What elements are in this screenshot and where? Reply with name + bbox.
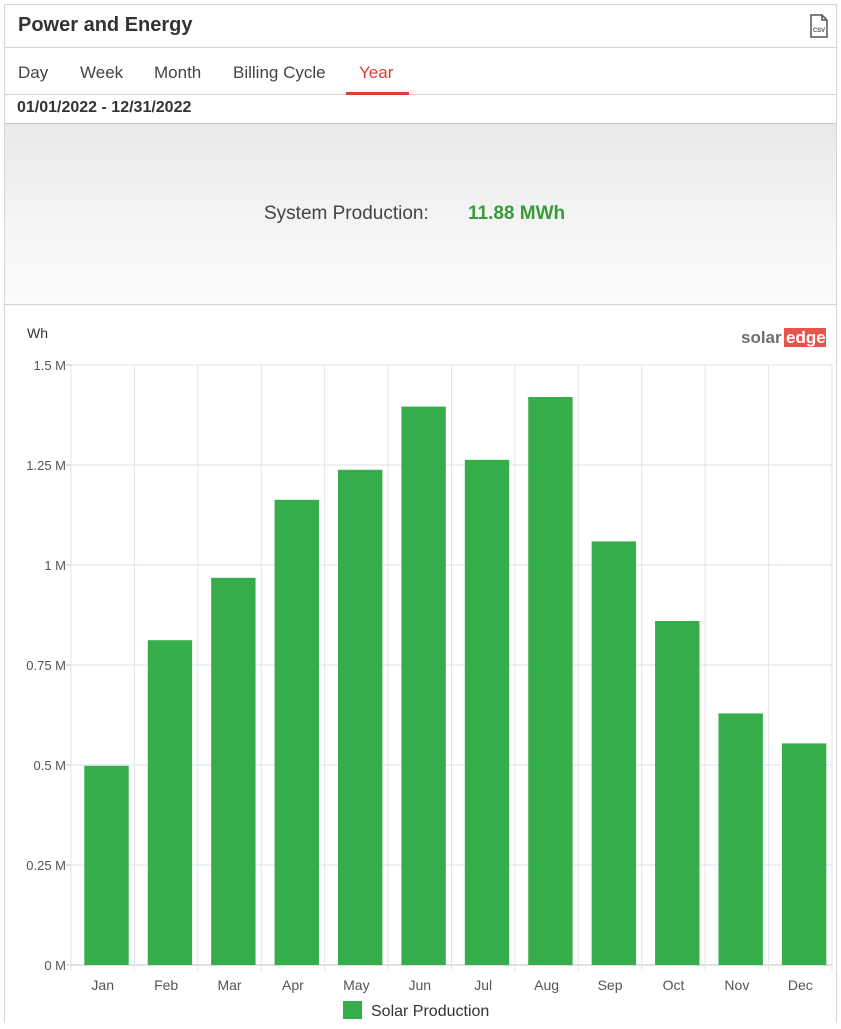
y-tick-label: 1 M [44,558,66,573]
tab-month[interactable]: Month [154,63,201,83]
x-tick-label: Jun [409,977,432,993]
bar-feb[interactable] [147,640,193,965]
logo-text-solar: solar [741,328,782,347]
bar-oct[interactable] [655,621,700,965]
system-production-label: System Production: [264,203,429,224]
date-range: 01/01/2022 - 12/31/2022 [17,99,192,116]
chart-area: Wh solar edge 0 M 0.25 M 0.5 M 0.75 M 1 M 1.2… [5,305,836,1024]
system-production-value: 11.88 MWh [468,203,566,224]
logo-text-edge: edge [786,328,826,347]
tab-billing-cycle[interactable]: Billing Cycle [233,63,326,83]
y-tick-label: 0.25 M [26,858,66,873]
bar-apr[interactable] [274,499,319,965]
legend-label[interactable]: Solar Production [371,1003,489,1020]
period-tabs: Day Week Month Billing Cycle Year [5,48,836,95]
solaredge-logo: solar edge [741,328,826,347]
y-tick-label: 0.75 M [26,658,66,673]
x-tick-label: Dec [788,977,813,993]
csv-export-icon[interactable]: CSV [809,14,829,38]
bar-nov[interactable] [718,713,763,965]
panel-title: Power and Energy [18,14,193,36]
legend-swatch[interactable] [343,1001,362,1019]
production-chart: Wh solar edge 0 M 0.25 M 0.5 M 0.75 M 1 M 1.2… [26,325,833,1020]
tab-year[interactable]: Year [359,63,393,83]
tab-week[interactable]: Week [80,63,123,83]
x-tick-label: May [343,977,369,993]
bar-jan[interactable] [84,765,129,965]
bar-dec[interactable] [781,743,827,965]
bar-aug[interactable] [528,397,573,965]
y-tick-label: 1.5 M [33,358,66,373]
y-axis-unit-label: Wh [27,325,48,341]
production-summary: System Production: 11.88 MWh [5,124,836,305]
x-tick-label: Nov [724,977,749,993]
x-tick-label: Aug [534,977,559,993]
y-tick-label: 0 M [44,958,66,973]
panel-header: Power and Energy CSV [5,5,836,48]
x-tick-label: Feb [154,977,178,993]
x-tick-label: Oct [663,977,685,993]
bar-jul[interactable] [464,459,510,965]
date-range-bar: 01/01/2022 - 12/31/2022 [5,95,836,124]
x-tick-label: Jul [474,977,492,993]
bar-may[interactable] [337,469,383,965]
tab-day[interactable]: Day [18,63,48,83]
y-tick-label: 0.5 M [33,758,66,773]
bar-mar[interactable] [211,577,256,965]
svg-text:CSV: CSV [813,28,825,34]
y-tick-label: 1.25 M [26,458,66,473]
bar-jun[interactable] [401,406,446,966]
power-energy-panel: Power and Energy CSV Day Week Month Bill… [4,4,837,1023]
x-tick-label: Apr [282,977,304,993]
x-tick-label: Jan [91,977,114,993]
bar-sep[interactable] [591,541,637,965]
x-tick-label: Mar [217,977,241,993]
x-tick-label: Sep [598,977,623,993]
